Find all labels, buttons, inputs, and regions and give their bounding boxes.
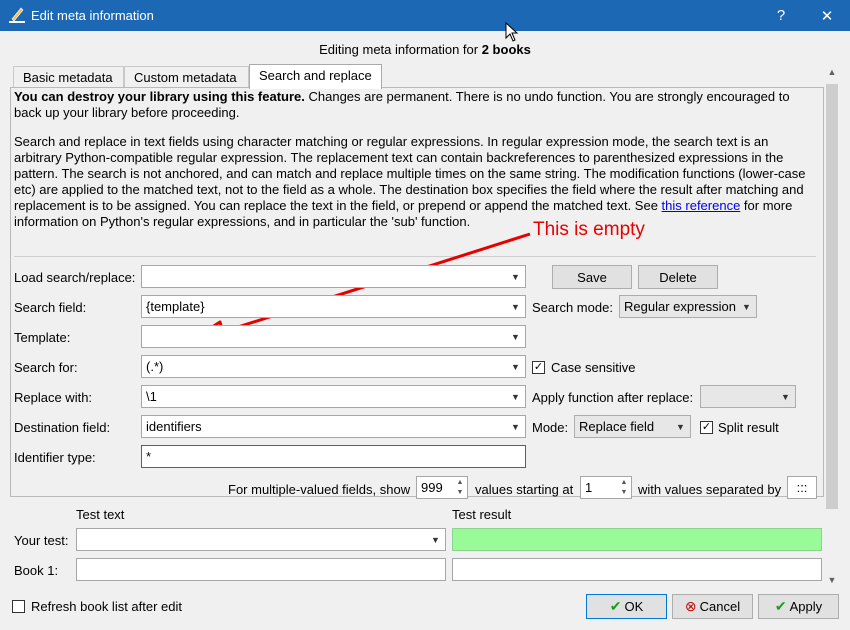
your-test-result: [452, 528, 822, 551]
spin-down-icon[interactable]: ▼: [617, 488, 631, 498]
split-result-checkbox[interactable]: ✓: [700, 421, 713, 434]
load-search-replace-label: Load search/replace:: [14, 270, 136, 285]
description: You can destroy your library using this …: [14, 89, 814, 243]
test-text-header: Test text: [76, 507, 125, 522]
check-icon: ✔: [609, 598, 622, 614]
delete-button[interactable]: Delete: [638, 265, 718, 289]
book1-result-field: [452, 558, 822, 581]
tab-basic-metadata[interactable]: Basic metadata: [13, 66, 124, 88]
refresh-book-list-checkbox[interactable]: [12, 600, 25, 613]
replace-with-combo[interactable]: \1 ▼: [141, 385, 526, 408]
refresh-book-list-label: Refresh book list after edit: [31, 599, 183, 614]
search-for-label: Search for:: [14, 360, 78, 375]
search-mode-combo[interactable]: Regular expression ▼: [619, 295, 757, 318]
separator-input[interactable]: :::: [787, 476, 817, 499]
multi-values-prefix-label: For multiple-valued fields, show: [228, 482, 411, 497]
apply-function-combo[interactable]: ▼: [700, 385, 796, 408]
cancel-icon: ⊗: [684, 598, 697, 614]
destination-field-label: Destination field:: [14, 420, 111, 435]
chevron-down-icon: ▼: [742, 301, 751, 312]
start-at-spinbox[interactable]: 1 ▲ ▼: [580, 476, 632, 499]
tab-search-and-replace[interactable]: Search and replace: [249, 64, 382, 89]
chevron-down-icon: ▼: [511, 271, 520, 282]
chevron-down-icon: ▼: [511, 391, 520, 402]
identifier-type-input[interactable]: *: [141, 445, 526, 468]
help-icon: ?: [776, 7, 786, 24]
close-icon: ✕: [820, 7, 834, 25]
load-search-replace-combo[interactable]: ▼: [141, 265, 526, 288]
chevron-down-icon: ▼: [676, 421, 685, 432]
window-title: Edit meta information: [31, 8, 154, 23]
your-test-combo[interactable]: ▼: [76, 528, 446, 551]
apply-button[interactable]: ✔ Apply: [758, 594, 839, 619]
scrollbar[interactable]: ▲ ▼: [824, 64, 840, 588]
show-count-spinbox[interactable]: 999 ▲ ▼: [416, 476, 468, 499]
spin-up-icon[interactable]: ▲: [453, 478, 467, 488]
chevron-down-icon: ▼: [511, 361, 520, 372]
search-mode-label: Search mode:: [532, 300, 613, 315]
help-text: Search and replace in text fields using …: [14, 134, 806, 229]
chevron-down-icon: ▼: [511, 331, 520, 342]
spin-up-icon[interactable]: ▲: [617, 478, 631, 488]
values-starting-label: values starting at: [475, 482, 574, 497]
destination-field-combo[interactable]: identifiers ▼: [141, 415, 526, 438]
dialog-heading: Editing meta information for 2 books: [319, 42, 531, 57]
chevron-down-icon: ▼: [781, 391, 790, 402]
cancel-button[interactable]: ⊗ Cancel: [672, 594, 753, 619]
ok-button[interactable]: ✔ OK: [586, 594, 667, 619]
chevron-down-icon: ▼: [431, 534, 440, 545]
separated-by-label: with values separated by: [638, 482, 782, 497]
case-sensitive-checkbox[interactable]: ✓: [532, 361, 545, 374]
scroll-up-icon[interactable]: ▲: [824, 64, 840, 80]
close-button[interactable]: ✕: [804, 0, 850, 31]
scroll-thumb[interactable]: [826, 84, 838, 509]
test-result-header: Test result: [452, 507, 512, 522]
apply-function-label: Apply function after replace:: [532, 390, 694, 405]
tab-custom-metadata[interactable]: Custom metadata: [124, 66, 249, 88]
template-label: Template:: [14, 330, 71, 345]
book1-label: Book 1:: [14, 563, 59, 578]
annotation-text: This is empty: [533, 219, 645, 240]
save-button[interactable]: Save: [552, 265, 632, 289]
edit-pencil-icon: [9, 7, 25, 23]
chevron-down-icon: ▼: [511, 421, 520, 432]
case-sensitive-label: Case sensitive: [551, 360, 636, 375]
your-test-label: Your test:: [14, 533, 69, 548]
search-field-label: Search field:: [14, 300, 87, 315]
reference-link[interactable]: this reference: [662, 198, 741, 213]
search-field-combo[interactable]: {template} ▼: [141, 295, 526, 318]
title-bar[interactable]: Edit meta information ? ✕: [0, 0, 850, 31]
search-for-combo[interactable]: (.*) ▼: [141, 355, 526, 378]
mouse-cursor-icon: [505, 22, 519, 42]
split-result-label: Split result: [718, 420, 779, 435]
book1-text-input[interactable]: [76, 558, 446, 581]
mode-label: Mode:: [532, 420, 569, 435]
spin-down-icon[interactable]: ▼: [453, 488, 467, 498]
mode-combo[interactable]: Replace field ▼: [574, 415, 691, 438]
replace-with-label: Replace with:: [14, 390, 93, 405]
warning-text: You can destroy your library using this …: [14, 89, 790, 120]
identifier-type-label: Identifier type:: [14, 450, 96, 465]
check-icon: ✔: [774, 598, 787, 614]
help-button[interactable]: ?: [758, 0, 804, 31]
scroll-down-icon[interactable]: ▼: [824, 572, 840, 588]
template-combo[interactable]: ▼: [141, 325, 526, 348]
chevron-down-icon: ▼: [511, 301, 520, 312]
